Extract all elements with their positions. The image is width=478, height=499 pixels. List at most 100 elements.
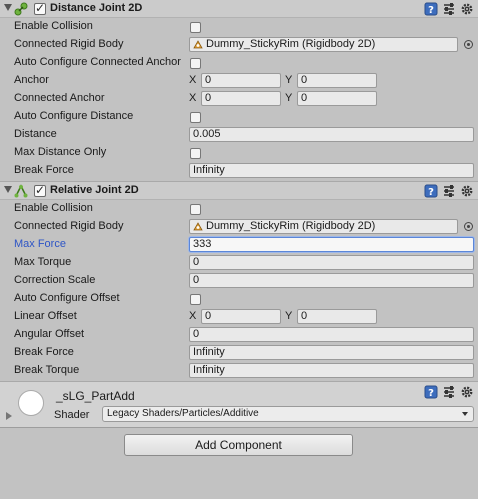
enable-collision-checkbox[interactable] [190,22,201,33]
connected-anchor-x-field[interactable]: 0 [201,91,281,106]
field-label: Linear Offset [14,310,77,322]
field-label: Auto Configure Distance [14,110,134,122]
add-component-button[interactable]: Add Component [124,434,353,456]
gear-icon[interactable] [460,2,474,16]
gear-icon[interactable] [460,385,474,399]
auto-configure-offset-row: Auto Configure Offset [0,290,478,308]
field-label: Auto Configure Connected Anchor [14,56,181,68]
auto-configure-distance-checkbox[interactable] [190,112,201,123]
help-book-icon[interactable] [424,184,438,198]
break-force-field[interactable]: Infinity [189,163,474,178]
object-value: Dummy_StickyRim (Rigidbody 2D) [206,220,376,232]
preset-sliders-icon[interactable] [442,385,456,399]
x-label: X [189,310,197,322]
rigidbody-icon [193,40,203,49]
component-title: Distance Joint 2D [50,2,143,14]
chevron-down-icon [462,412,468,416]
object-picker-icon[interactable] [464,40,473,49]
y-label: Y [285,92,293,104]
preset-sliders-icon[interactable] [442,184,456,198]
field-label: Connected Anchor [14,92,105,104]
x-label: X [189,74,197,86]
material-preview-sphere [18,390,44,416]
linear-offset-row: Linear Offset X 0 Y 0 [0,308,478,326]
auto-configure-distance-row: Auto Configure Distance [0,108,478,126]
rigidbody-icon [193,222,203,231]
field-label: Angular Offset [14,328,85,340]
enable-collision-checkbox[interactable] [190,204,201,215]
distance-row: Distance 0.005 [0,126,478,144]
add-component-area: Add Component [0,428,478,468]
anchor-x-field[interactable]: 0 [201,73,281,88]
y-label: Y [285,310,293,322]
distance-field[interactable]: 0.005 [189,127,474,142]
auto-configure-connected-anchor-row: Auto Configure Connected Anchor [0,54,478,72]
fold-arrow-icon[interactable] [4,4,12,11]
shader-label: Shader [54,409,90,421]
relative-joint-enabled-checkbox[interactable] [34,183,46,197]
correction-scale-row: Correction Scale 0 [0,272,478,290]
relative-joint-header[interactable]: Relative Joint 2D [0,182,478,200]
field-label: Max Force [14,238,66,250]
field-label: Connected Rigid Body [14,220,124,232]
object-value: Dummy_StickyRim (Rigidbody 2D) [206,38,376,50]
material-name: _sLG_PartAdd [56,389,135,403]
field-label: Max Torque [14,256,72,268]
field-label: Break Force [14,164,74,176]
field-label: Anchor [14,74,49,86]
break-force-field[interactable]: Infinity [189,345,474,360]
enable-collision-row: Enable Collision [0,200,478,218]
connected-rigid-body-field[interactable]: Dummy_StickyRim (Rigidbody 2D) [189,37,458,52]
field-label: Max Distance Only [14,146,107,158]
field-label: Break Torque [14,364,80,376]
relative-joint-section: Relative Joint 2D Enable Collision Conne… [0,182,478,382]
field-label: Correction Scale [14,274,96,286]
y-label: Y [285,74,293,86]
correction-scale-field[interactable]: 0 [189,273,474,288]
gear-icon[interactable] [460,184,474,198]
object-picker-icon[interactable] [464,222,473,231]
break-force-row: Break Force Infinity [0,162,478,180]
auto-configure-connected-anchor-checkbox[interactable] [190,58,201,69]
max-force-row: Max Force 333 [0,236,478,254]
shader-value: Legacy Shaders/Particles/Additive [107,408,259,419]
linear-offset-x-field[interactable]: 0 [201,309,281,324]
component-title: Relative Joint 2D [50,184,139,196]
relative-joint-icon [14,184,28,198]
shader-dropdown[interactable]: Legacy Shaders/Particles/Additive [102,406,474,422]
field-label: Enable Collision [14,20,93,32]
distance-joint-enabled-checkbox[interactable] [34,1,46,15]
break-force-row: Break Force Infinity [0,344,478,362]
max-distance-only-row: Max Distance Only [0,144,478,162]
field-label: Auto Configure Offset [14,292,120,304]
connected-rigid-body-row: Connected Rigid Body Dummy_StickyRim (Ri… [0,218,478,236]
break-torque-row: Break Torque Infinity [0,362,478,380]
field-label: Connected Rigid Body [14,38,124,50]
max-distance-only-checkbox[interactable] [190,148,201,159]
fold-arrow-icon[interactable] [4,186,12,193]
distance-joint-section: Distance Joint 2D Enable Collision Conne… [0,0,478,182]
connected-rigid-body-field[interactable]: Dummy_StickyRim (Rigidbody 2D) [189,219,458,234]
connected-anchor-y-field[interactable]: 0 [297,91,377,106]
max-force-field[interactable]: 333 [189,237,474,252]
enable-collision-row: Enable Collision [0,18,478,36]
max-torque-field[interactable]: 0 [189,255,474,270]
angular-offset-row: Angular Offset 0 [0,326,478,344]
connected-rigid-body-row: Connected Rigid Body Dummy_StickyRim (Ri… [0,36,478,54]
help-book-icon[interactable] [424,385,438,399]
anchor-y-field[interactable]: 0 [297,73,377,88]
field-label: Distance [14,128,57,140]
field-label: Enable Collision [14,202,93,214]
field-label: Break Force [14,346,74,358]
anchor-row: Anchor X 0 Y 0 [0,72,478,90]
break-torque-field[interactable]: Infinity [189,363,474,378]
preset-sliders-icon[interactable] [442,2,456,16]
help-book-icon[interactable] [424,2,438,16]
distance-joint-header[interactable]: Distance Joint 2D [0,0,478,18]
material-fold-arrow-icon[interactable] [6,412,12,420]
auto-configure-offset-checkbox[interactable] [190,294,201,305]
x-label: X [189,92,197,104]
angular-offset-field[interactable]: 0 [189,327,474,342]
distance-joint-icon [14,2,28,16]
linear-offset-y-field[interactable]: 0 [297,309,377,324]
